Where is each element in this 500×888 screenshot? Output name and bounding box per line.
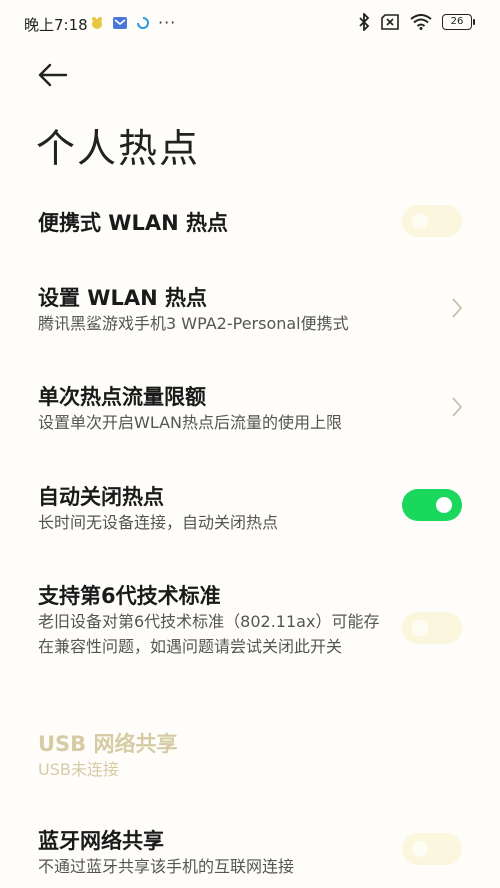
back-arrow-icon [38,63,68,87]
status-bar: 晚上7:18 ··· 26 [0,0,500,46]
usb-tethering-row: USB 网络共享 USB未连接 [0,721,500,791]
chevron-right-icon [452,397,463,417]
wifi-icon [410,14,432,30]
more-notifications-icon: ··· [158,13,177,32]
bluetooth-icon [359,13,370,31]
system-icons: 26 [358,13,475,31]
row-title: USB 网络共享 [38,732,178,756]
status-time: 晚上7:18 [24,16,88,34]
row-title: 支持第6代技术标准 [38,584,221,608]
bluetooth-tethering-row[interactable]: 蓝牙网络共享 不通过蓝牙共享该手机的互联网连接 [0,818,500,888]
toggle-knob [412,620,428,636]
row-subtitle: 长时间无设备连接，自动关闭热点 [38,513,279,532]
row-title: 便携式 WLAN 热点 [38,211,228,235]
notification-icons: ··· [90,13,176,32]
row-title: 设置 WLAN 热点 [38,286,207,310]
data-limit-row[interactable]: 单次热点流量限额 设置单次开启WLAN热点后流量的使用上限 [0,374,500,444]
row-title: 单次热点流量限额 [38,385,206,409]
loading-icon [137,16,149,29]
row-title: 自动关闭热点 [38,485,164,509]
wifi6-row[interactable]: 支持第6代技术标准 老旧设备对第6代技术标准（802.11ax）可能存在兼容性问… [0,573,500,688]
auto-off-row[interactable]: 自动关闭热点 长时间无设备连接，自动关闭热点 [0,474,500,544]
wifi6-toggle[interactable] [402,612,462,644]
page-title: 个人热点 [36,127,201,172]
auto-off-toggle[interactable] [402,489,462,521]
no-sim-icon [381,14,399,30]
battery-level: 26 [450,16,464,27]
portable-hotspot-row[interactable]: 便携式 WLAN 热点 [0,195,500,250]
toggle-knob [412,841,428,857]
battery-icon: 26 [442,14,475,30]
toggle-knob [436,497,452,513]
back-button[interactable] [36,60,72,90]
row-title: 蓝牙网络共享 [38,829,164,853]
mail-icon [113,16,127,29]
row-subtitle: USB未连接 [38,760,119,779]
portable-hotspot-toggle[interactable] [402,205,462,237]
row-subtitle: 腾讯黑鲨游戏手机3 WPA2-Personal便携式 [38,314,349,333]
setup-hotspot-row[interactable]: 设置 WLAN 热点 腾讯黑鲨游戏手机3 WPA2-Personal便携式 [0,275,500,345]
app-notification-icon [92,16,102,29]
row-subtitle: 老旧设备对第6代技术标准（802.11ax）可能存在兼容性问题，如遇问题请尝试关… [38,612,380,656]
chevron-right-icon [452,298,463,318]
toggle-knob [412,213,428,229]
row-subtitle: 设置单次开启WLAN热点后流量的使用上限 [38,413,343,432]
bluetooth-tethering-toggle[interactable] [402,833,462,865]
